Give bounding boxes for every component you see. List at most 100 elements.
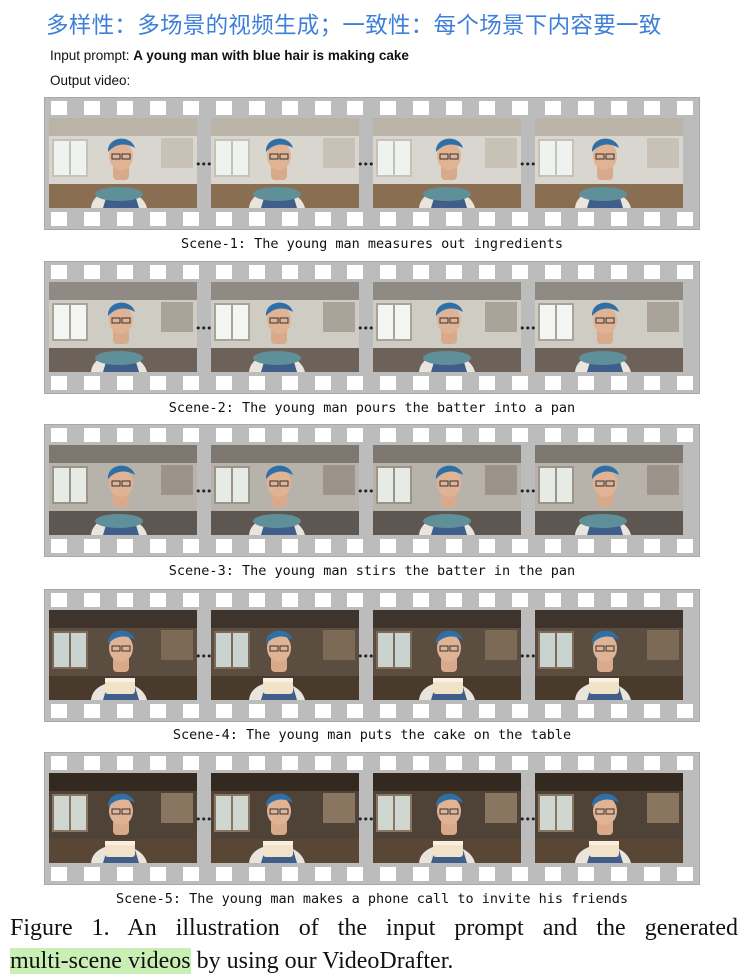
film-hole [116, 428, 133, 442]
film-hole [545, 376, 562, 390]
film-hole [610, 593, 627, 607]
video-frame [211, 773, 359, 863]
film-hole [545, 756, 562, 770]
film-hole [281, 428, 298, 442]
film-hole [380, 867, 397, 881]
film-hole [116, 704, 133, 718]
film-hole [578, 101, 594, 115]
film-hole [182, 593, 199, 607]
film-hole [248, 212, 265, 226]
film-hole [215, 265, 232, 279]
film-hole [83, 756, 100, 770]
film-hole [578, 704, 594, 718]
chinese-heading: 多样性：多场景的视频生成；一致性：每个场景下内容要一致 [46, 13, 662, 39]
film-hole [413, 265, 430, 279]
film-hole [643, 539, 660, 553]
input-prompt-label: Input prompt: [50, 48, 134, 63]
film-hole [479, 101, 496, 115]
film-hole [479, 539, 496, 553]
film-perforations-top [51, 265, 693, 279]
film-hole [643, 593, 660, 607]
film-hole [248, 593, 265, 607]
film-hole [545, 101, 562, 115]
frame-separator-dots: ••• [195, 322, 212, 335]
frame-separator-dots: ••• [195, 485, 212, 498]
film-hole [314, 265, 331, 279]
film-hole [479, 704, 496, 718]
video-frame [373, 445, 521, 535]
film-hole [215, 593, 232, 607]
film-hole [643, 265, 660, 279]
film-hole [446, 101, 463, 115]
film-hole [182, 212, 199, 226]
film-hole [182, 101, 199, 115]
film-hole [215, 867, 232, 881]
film-hole [643, 376, 660, 390]
film-hole [610, 704, 627, 718]
film-hole [643, 101, 660, 115]
output-video-label: Output video: [50, 73, 131, 88]
film-hole [51, 101, 67, 115]
film-hole [446, 376, 463, 390]
film-hole [610, 539, 627, 553]
film-hole [413, 593, 430, 607]
film-hole [248, 376, 265, 390]
film-hole [512, 756, 529, 770]
film-hole [512, 376, 529, 390]
video-frame [373, 610, 521, 700]
video-frame [211, 118, 359, 208]
film-hole [479, 593, 496, 607]
film-hole [83, 376, 100, 390]
scene-caption: Scene-5: The young man makes a phone cal… [115, 891, 629, 907]
film-hole [413, 704, 430, 718]
frame-separator-dots: ••• [519, 322, 536, 335]
film-hole [347, 212, 364, 226]
frame-separator-dots: ••• [357, 158, 374, 171]
film-hole [51, 756, 67, 770]
film-hole [512, 265, 529, 279]
film-hole [182, 539, 199, 553]
film-hole [479, 428, 496, 442]
film-hole [347, 756, 364, 770]
film-hole [610, 428, 627, 442]
film-hole [479, 265, 496, 279]
film-hole [446, 539, 463, 553]
film-hole [215, 376, 232, 390]
film-hole [83, 704, 100, 718]
video-frame [211, 282, 359, 372]
film-hole [413, 212, 430, 226]
video-frame [373, 118, 521, 208]
film-hole [149, 593, 166, 607]
film-hole [676, 101, 693, 115]
film-hole [83, 867, 100, 881]
frames-row: ••• ••• ••• [49, 118, 695, 208]
film-hole [380, 593, 397, 607]
film-hole [281, 376, 298, 390]
film-hole [545, 593, 562, 607]
film-hole [512, 539, 529, 553]
film-hole [314, 376, 331, 390]
video-frame [49, 610, 197, 700]
film-hole [281, 756, 298, 770]
film-hole [676, 704, 693, 718]
film-hole [643, 756, 660, 770]
film-hole [380, 101, 397, 115]
scene-caption: Scene-2: The young man pours the batter … [168, 400, 576, 416]
film-hole [446, 756, 463, 770]
film-hole [182, 756, 199, 770]
film-hole [116, 593, 133, 607]
film-perforations-bottom [51, 704, 693, 718]
film-hole [512, 704, 529, 718]
video-frame [535, 773, 683, 863]
film-strip: ••• ••• ••• [44, 752, 700, 885]
scene-caption: Scene-4: The young man puts the cake on … [172, 727, 572, 743]
film-hole [479, 212, 496, 226]
film-hole [314, 212, 331, 226]
film-hole [347, 867, 364, 881]
film-hole [51, 704, 67, 718]
film-perforations-bottom [51, 867, 693, 881]
film-hole [149, 376, 166, 390]
film-hole [149, 539, 166, 553]
frame-separator-dots: ••• [519, 813, 536, 826]
film-hole [380, 265, 397, 279]
